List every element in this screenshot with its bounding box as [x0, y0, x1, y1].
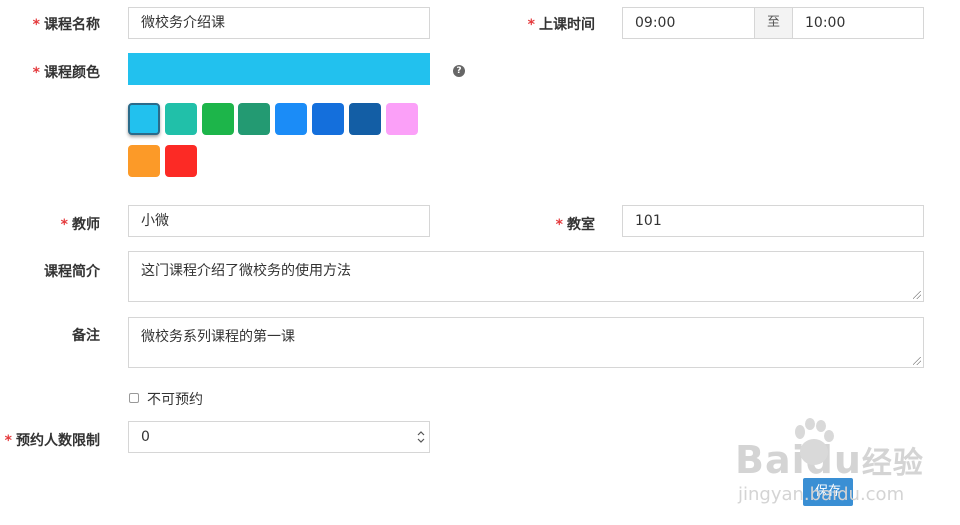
classroom-input[interactable]: 101	[622, 205, 924, 237]
color-swatch[interactable]	[238, 103, 271, 135]
course-color-preview[interactable]	[128, 53, 430, 85]
course-intro-label: 课程简介	[44, 264, 100, 280]
color-swatch[interactable]	[164, 145, 197, 177]
booking-limit-value: 0	[141, 429, 150, 445]
course-color-label: * 课程颜色	[32, 65, 100, 81]
watermark-url: jingyan.baidu.com	[738, 484, 905, 505]
color-swatch[interactable]	[201, 103, 234, 135]
no-booking-label[interactable]: 不可预约	[147, 389, 203, 409]
teacher-label: * 教师	[60, 217, 100, 233]
color-swatch[interactable]	[385, 103, 418, 135]
color-swatch[interactable]	[312, 103, 344, 135]
color-swatch[interactable]	[164, 103, 197, 135]
required-mark: *	[4, 433, 12, 449]
resize-handle-icon[interactable]	[913, 357, 921, 365]
required-mark: *	[60, 217, 68, 233]
no-booking-checkbox[interactable]	[129, 393, 139, 403]
resize-handle-icon[interactable]	[913, 291, 921, 299]
booking-limit-label: * 预约人数限制	[4, 433, 100, 449]
time-range-separator: 至	[754, 7, 793, 39]
classroom-label: * 教室	[555, 217, 595, 233]
required-mark: *	[32, 17, 40, 33]
course-name-label: * 课程名称	[32, 17, 100, 33]
class-time-label: * 上课时间	[527, 17, 595, 33]
course-name-input[interactable]: 微校务介绍课	[128, 7, 430, 39]
required-mark: *	[32, 65, 40, 81]
remark-text: 微校务系列课程的第一课	[141, 329, 295, 345]
color-swatch[interactable]	[275, 103, 308, 135]
color-swatch[interactable]	[128, 145, 160, 177]
paw-logo-icon	[795, 418, 834, 465]
color-swatch[interactable]	[348, 103, 381, 135]
required-mark: *	[527, 17, 535, 33]
teacher-input[interactable]: 小微	[128, 205, 430, 237]
help-icon[interactable]: ?	[453, 65, 465, 77]
remark-label: 备注	[72, 328, 100, 344]
color-swatch[interactable]	[128, 103, 160, 135]
course-intro-text: 这门课程介绍了微校务的使用方法	[141, 263, 351, 279]
number-spinner-icon[interactable]	[417, 429, 425, 445]
course-intro-textarea[interactable]: 这门课程介绍了微校务的使用方法	[128, 251, 924, 302]
booking-limit-input[interactable]: 0	[128, 421, 430, 453]
class-time-end-input[interactable]: 10:00	[792, 7, 924, 39]
required-mark: *	[555, 217, 563, 233]
remark-textarea[interactable]: 微校务系列课程的第一课	[128, 317, 924, 368]
class-time-start-input[interactable]: 09:00	[622, 7, 755, 39]
